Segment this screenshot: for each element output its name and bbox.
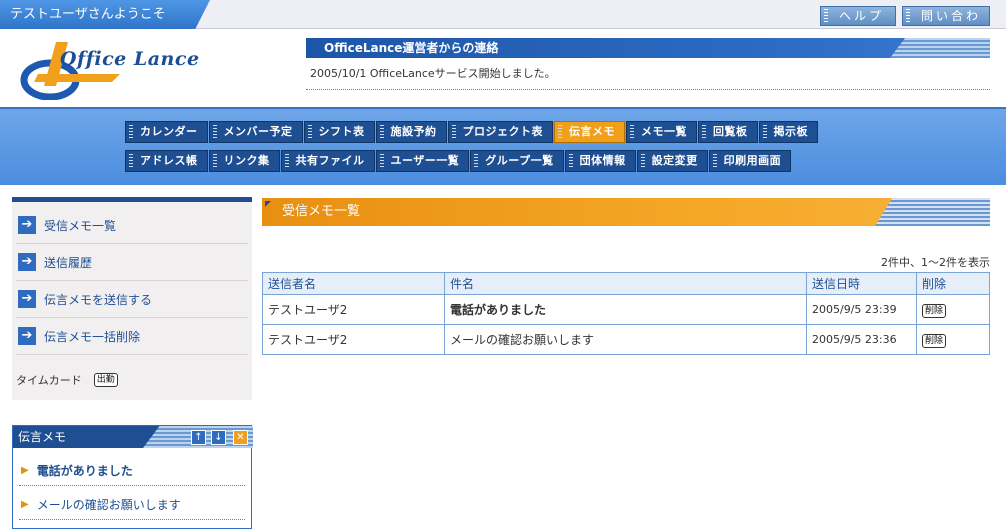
arrow-right-icon: ➔	[18, 253, 36, 271]
sidebar-item-label: 受信メモ一覧	[44, 218, 117, 233]
logo-text: Office Lance	[60, 48, 200, 70]
sidebar-item-label: 伝言メモ一括削除	[44, 329, 141, 344]
column-header-sender: 送信者名	[262, 272, 445, 295]
help-button[interactable]: ヘルプ	[820, 6, 896, 26]
arrow-right-icon: ➔	[18, 216, 36, 234]
widget-memo-item[interactable]: ▶ メールの確認お願いします	[19, 490, 245, 520]
datetime-cell: 2005/9/5 23:39	[806, 294, 917, 325]
nav-facility[interactable]: 施設予約	[375, 121, 447, 143]
notice-body: 2005/10/1 OfficeLanceサービス開始しました。	[306, 62, 990, 90]
arrow-right-icon: ➔	[18, 290, 36, 308]
datetime-cell: 2005/9/5 23:36	[806, 324, 917, 355]
close-icon[interactable]: ✕	[233, 430, 248, 445]
subject-link[interactable]: メールの確認お願いします	[444, 324, 807, 355]
nav-address-book[interactable]: アドレス帳	[125, 150, 208, 172]
subject-link[interactable]: 電話がありました	[444, 294, 807, 325]
sidebar-item-sent-history[interactable]: ➔ 送信履歴	[16, 244, 248, 281]
delete-cell: 削除	[916, 294, 990, 325]
table-header-row: 送信者名 件名 送信日時 削除	[262, 272, 990, 295]
contact-button[interactable]: 問い合わせ	[902, 6, 990, 41]
nav-member-schedule[interactable]: メンバー予定	[208, 121, 303, 143]
nav-bulletin[interactable]: 掲示板	[758, 121, 818, 143]
sidebar-item-label: 伝言メモを送信する	[44, 292, 153, 307]
timecard-label: タイムカード	[16, 374, 82, 387]
nav-row-2: アドレス帳 リンク集 共有ファイル ユーザー一覧 グループ一覧 団体情報 設定変…	[125, 150, 792, 172]
nav-memo-list[interactable]: メモ一覧	[626, 121, 697, 143]
triangle-right-icon: ▶	[21, 499, 29, 510]
notice-title: OfficeLance運営者からの連絡	[306, 38, 990, 58]
result-count: 2件中、1～2件を表示	[881, 256, 990, 269]
delete-button[interactable]: 削除	[922, 303, 947, 318]
welcome-message: テストユーザさんようこそ	[0, 0, 210, 29]
arrow-up-icon[interactable]: ↑	[191, 430, 206, 445]
arrow-down-icon[interactable]: ↓	[211, 430, 226, 445]
nav-memo[interactable]: 伝言メモ	[554, 121, 625, 143]
nav-links[interactable]: リンク集	[208, 150, 280, 172]
nav-circular[interactable]: 回覧板	[698, 121, 758, 143]
delete-cell: 削除	[916, 324, 990, 355]
nav-group-list[interactable]: グループ一覧	[470, 150, 564, 172]
column-header-datetime: 送信日時	[806, 272, 917, 295]
column-header-subject: 件名	[444, 272, 807, 295]
memo-widget-header: 伝言メモ ↑ ↓ ✕	[13, 426, 251, 448]
sidebar-item-bulk-delete[interactable]: ➔ 伝言メモ一括削除	[16, 318, 248, 355]
nav-row-1: カレンダー メンバー予定 シフト表 施設予約 プロジェクト表 伝言メモ メモ一覧…	[125, 121, 819, 143]
sidebar-item-inbox[interactable]: ➔ 受信メモ一覧	[16, 207, 248, 244]
nav-user-list[interactable]: ユーザー一覧	[375, 150, 470, 172]
table-row: テストユーザ2 メールの確認お願いします 2005/9/5 23:36 削除	[262, 324, 990, 355]
sidebar-menu: ➔ 受信メモ一覧 ➔ 送信履歴 ➔ 伝言メモを送信する ➔ 伝言メモ一括削除 タ…	[12, 197, 252, 400]
page-title: 受信メモ一覧	[262, 198, 990, 226]
table-row: テストユーザ2 電話がありました 2005/9/5 23:39 削除	[262, 294, 990, 325]
triangle-right-icon: ▶	[21, 465, 29, 476]
widget-memo-label: メールの確認お願いします	[36, 498, 181, 512]
nav-org-info[interactable]: 団体情報	[564, 150, 636, 172]
sender-cell: テストユーザ2	[262, 324, 445, 355]
nav-band	[0, 107, 1006, 185]
nav-calendar[interactable]: カレンダー	[125, 121, 208, 143]
nav-settings[interactable]: 設定変更	[636, 150, 708, 172]
widget-memo-item[interactable]: ▶ 電話がありました	[19, 456, 245, 486]
top-bar: テストユーザさんようこそ ヘルプ 問い合わせ	[0, 0, 1006, 41]
nav-shared-files[interactable]: 共有ファイル	[280, 150, 375, 172]
widget-memo-label: 電話がありました	[36, 464, 133, 478]
nav-project[interactable]: プロジェクト表	[447, 121, 553, 143]
nav-print-view[interactable]: 印刷用画面	[708, 150, 792, 172]
timecard: タイムカード 出勤	[16, 372, 118, 388]
clock-in-button[interactable]: 出勤	[93, 373, 118, 387]
arrow-right-icon: ➔	[18, 327, 36, 345]
delete-button[interactable]: 削除	[922, 333, 947, 348]
column-header-delete: 削除	[916, 272, 990, 295]
memo-widget-title: 伝言メモ	[18, 430, 67, 444]
sender-cell: テストユーザ2	[262, 294, 445, 325]
nav-shift[interactable]: シフト表	[303, 121, 375, 143]
memo-table: 送信者名 件名 送信日時 削除 テストユーザ2 電話がありました 2005/9/…	[262, 272, 990, 355]
sidebar-item-send-memo[interactable]: ➔ 伝言メモを送信する	[16, 281, 248, 318]
memo-widget: 伝言メモ ↑ ↓ ✕ ▶ 電話がありました ▶ メールの確認お願いします	[12, 425, 252, 529]
sidebar-item-label: 送信履歴	[44, 255, 93, 270]
